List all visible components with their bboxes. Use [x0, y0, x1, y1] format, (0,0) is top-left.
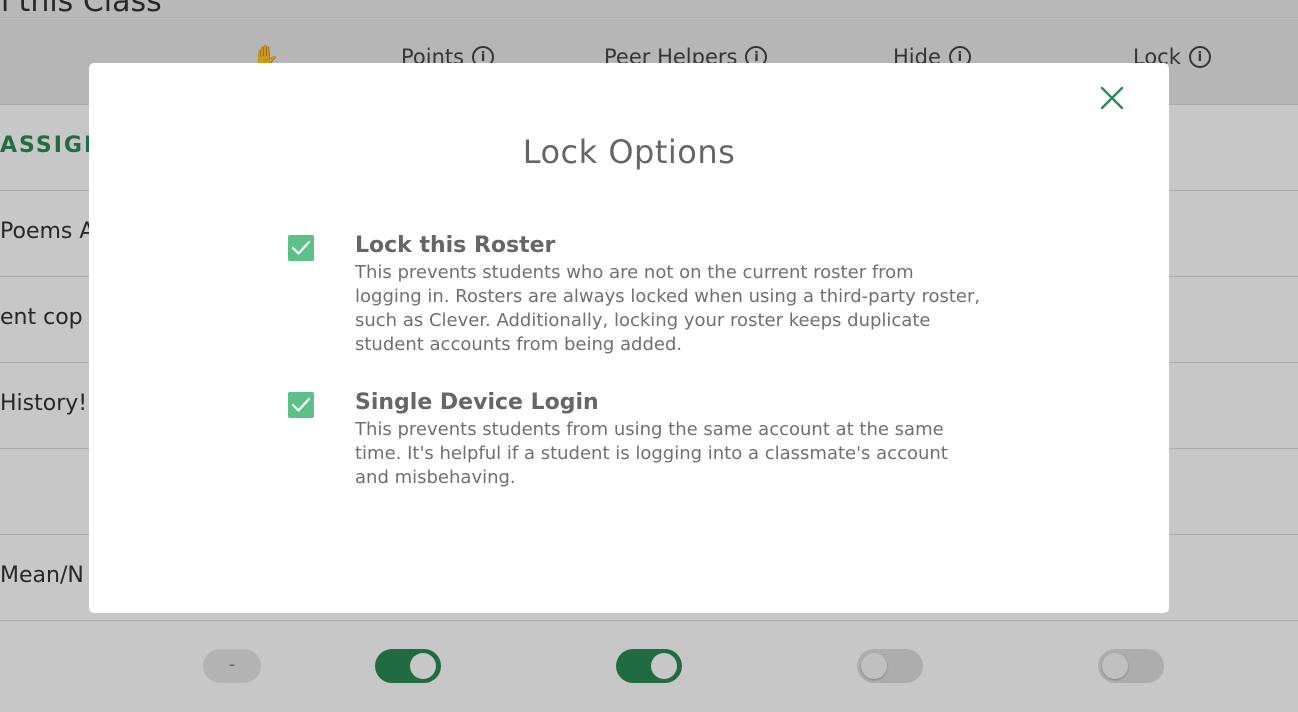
lock-roster-label[interactable]: Lock this Roster — [355, 233, 555, 258]
close-button[interactable] — [1098, 84, 1126, 112]
dialog-title: Lock Options — [522, 133, 736, 171]
lock-roster-description: This prevents students who are not on th… — [355, 262, 981, 355]
close-icon — [1100, 86, 1124, 110]
single-device-login-label[interactable]: Single Device Login — [355, 390, 599, 415]
lock-options-dialog: Lock Options Lock this Roster This preve… — [89, 63, 1169, 613]
checkmark-icon — [291, 397, 311, 412]
checkmark-icon — [291, 240, 311, 255]
lock-roster-checkbox[interactable] — [288, 235, 314, 261]
single-device-login-checkbox[interactable] — [288, 392, 314, 418]
single-device-login-description: This prevents students from using the sa… — [355, 419, 948, 488]
